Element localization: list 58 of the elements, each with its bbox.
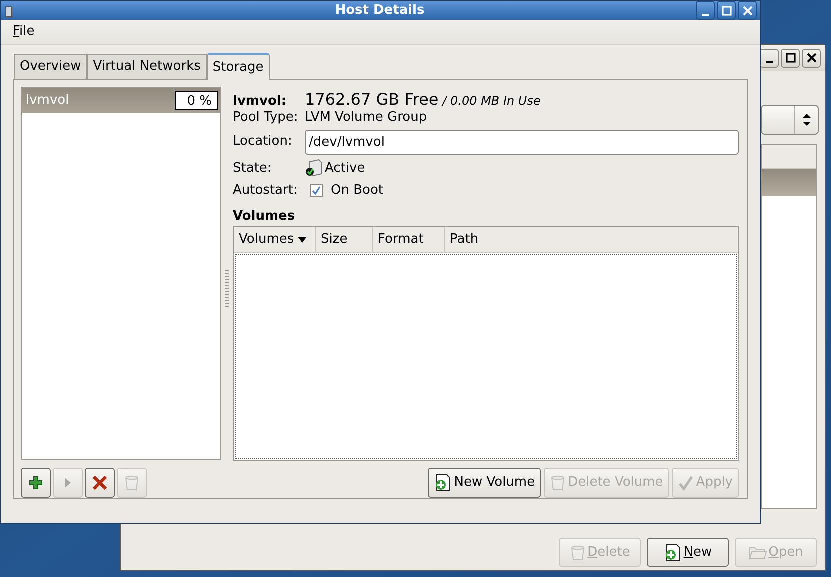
new-document-icon (434, 474, 452, 492)
free-space-value: 1762.67 GB Free (305, 89, 439, 111)
close-button[interactable] (738, 1, 757, 20)
trash-icon (570, 544, 586, 560)
minimize-icon (766, 61, 773, 63)
trash-icon (124, 475, 140, 491)
tab[interactable]: Overview (14, 54, 88, 79)
autostart-label: Autostart: (233, 182, 299, 200)
pool-type-value: LVM Volume Group (305, 109, 428, 127)
pane-grip-icon (225, 270, 229, 308)
minimize-button[interactable] (760, 48, 779, 68)
window-button[interactable]: New (647, 538, 729, 567)
maximize-icon (722, 6, 732, 16)
close-icon (806, 53, 816, 63)
pool-type-label: Pool Type: (233, 109, 300, 127)
menu-item[interactable]: File (11, 22, 37, 42)
volumes-heading: Volumes (233, 208, 296, 226)
trash-icon (550, 475, 566, 491)
delete-x-icon (92, 475, 108, 491)
location-field[interactable]: /dev/lvmvol (305, 130, 739, 155)
location-label: Location: (233, 133, 294, 152)
column-header[interactable]: Size (316, 227, 373, 252)
column-header[interactable]: Format (373, 227, 445, 252)
check-icon (312, 186, 321, 196)
play-icon (64, 477, 72, 489)
pool-row[interactable]: lvmvol 0 % (22, 88, 220, 113)
usage-value: 0 % (175, 91, 218, 110)
pool-name-label: lvmvol: (233, 93, 288, 111)
pool-name: lvmvol (26, 92, 70, 110)
maximize-button[interactable] (781, 48, 800, 68)
up-down-arrows-icon (802, 114, 810, 126)
volume-button[interactable]: New Volume (428, 468, 542, 498)
maximize-icon (786, 53, 796, 63)
pool-button[interactable] (21, 468, 51, 498)
minimize-icon (702, 14, 709, 16)
column-header[interactable]: Path (445, 227, 738, 252)
autostart-option: On Boot (331, 181, 384, 201)
new-document-icon (664, 544, 682, 562)
close-icon (742, 6, 752, 16)
tab[interactable]: Storage (206, 53, 270, 80)
minimize-button[interactable] (696, 1, 715, 20)
window-title: Host Details (334, 2, 426, 20)
combo-box[interactable] (761, 105, 819, 135)
app-icon (4, 4, 14, 18)
pool-button[interactable] (85, 468, 115, 498)
state-value: Active (325, 160, 366, 178)
folder-icon (748, 544, 767, 560)
in-use-value: / 0.00 MB In Use (442, 93, 541, 110)
tab[interactable]: Virtual Networks (87, 54, 207, 79)
plus-icon (29, 476, 43, 490)
checkmark-icon (678, 475, 694, 491)
column-header[interactable]: Volumes (234, 227, 316, 252)
autostart-checkbox[interactable] (310, 184, 323, 198)
maximize-button[interactable] (717, 1, 736, 20)
state-label: State: (233, 160, 273, 178)
sort-down-icon (298, 236, 308, 243)
close-button[interactable] (802, 48, 821, 68)
drive-check-icon (305, 159, 323, 178)
